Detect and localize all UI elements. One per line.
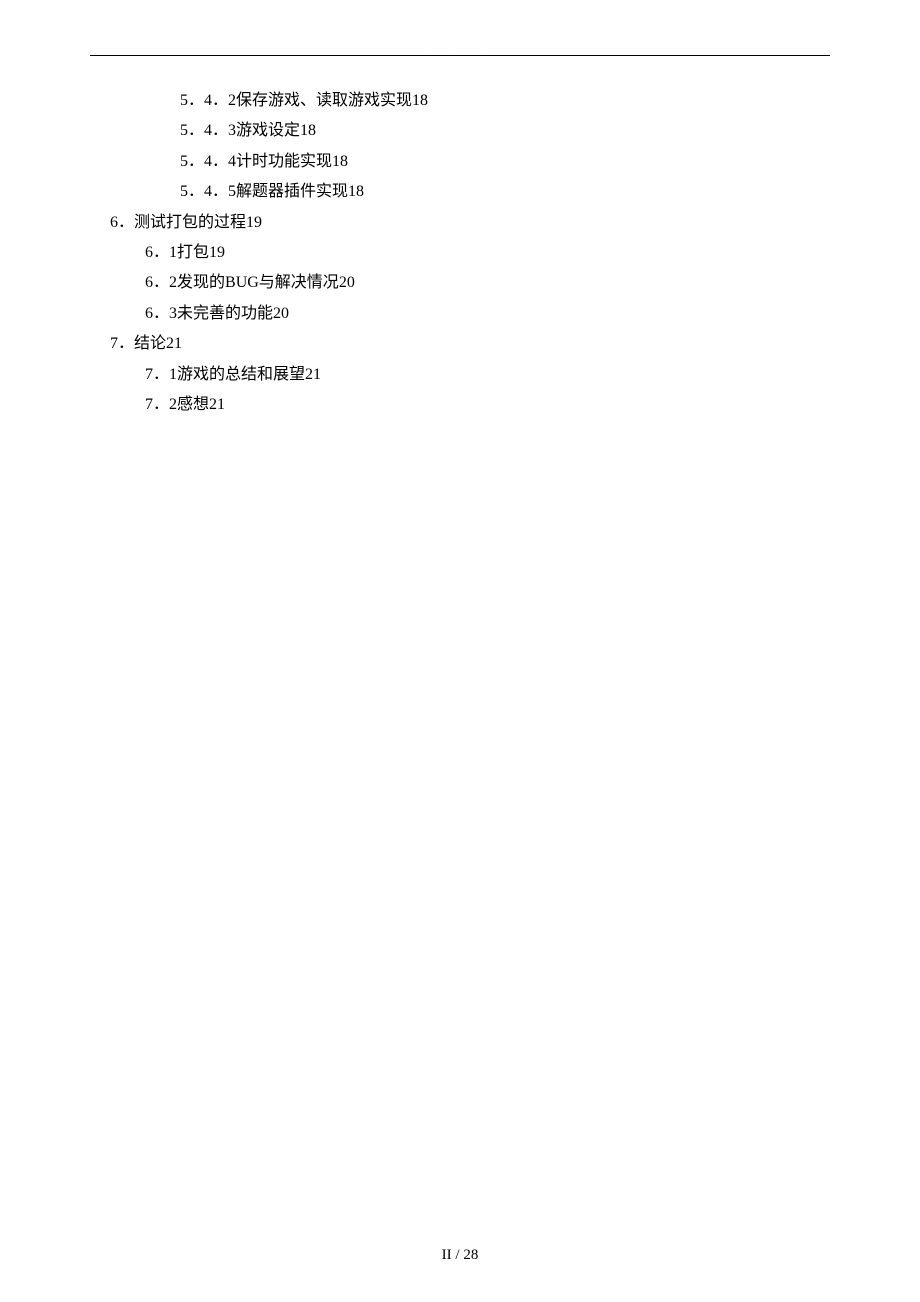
toc-title: 解题器插件实现: [236, 183, 348, 200]
toc-page: 21: [166, 335, 182, 352]
toc-number: 5．4．3: [180, 122, 236, 139]
toc-title: 计时功能实现: [236, 153, 332, 170]
toc-entry: 6．测试打包的过程19: [90, 208, 830, 238]
toc-page: 18: [332, 153, 348, 170]
toc-entry: 5．4．4计时功能实现18: [90, 147, 830, 177]
toc-number: 6．1: [145, 244, 177, 261]
toc-page: 19: [246, 214, 262, 231]
toc-title: 发现的BUG与解决情况: [177, 274, 339, 291]
toc-title: 游戏的总结和展望: [177, 366, 305, 383]
toc-entry: 7．结论21: [90, 329, 830, 359]
toc-number: 7．: [110, 335, 134, 352]
toc-entry: 6．1打包19: [90, 238, 830, 268]
toc-title: 感想: [177, 396, 209, 413]
toc-number: 5．4．2: [180, 92, 236, 109]
toc-page: 21: [305, 366, 321, 383]
page-number: II / 28: [442, 1247, 479, 1263]
toc-title: 打包: [177, 244, 209, 261]
toc-title: 游戏设定: [236, 122, 300, 139]
toc-title: 未完善的功能: [177, 305, 273, 322]
toc-number: 7．2: [145, 396, 177, 413]
toc-entry: 7．1游戏的总结和展望21: [90, 360, 830, 390]
toc-number: 5．4．4: [180, 153, 236, 170]
toc-title: 保存游戏、读取游戏实现: [236, 92, 412, 109]
page-content: . . . 5．4．2保存游戏、读取游戏实现18 5．4．3游戏设定18 5．4…: [0, 0, 920, 480]
toc-number: 7．1: [145, 366, 177, 383]
toc-page: 19: [209, 244, 225, 261]
toc-entry: 5．4．5解题器插件实现18: [90, 177, 830, 207]
header-dots: . . .: [424, 48, 495, 58]
toc-number: 6．: [110, 214, 134, 231]
toc-page: 21: [209, 396, 225, 413]
toc-entry: 5．4．2保存游戏、读取游戏实现18: [90, 86, 830, 116]
toc-page: 20: [339, 274, 355, 291]
toc-number: 6．3: [145, 305, 177, 322]
toc-entry: 6．3未完善的功能20: [90, 299, 830, 329]
toc-entry: 5．4．3游戏设定18: [90, 116, 830, 146]
toc-number: 5．4．5: [180, 183, 236, 200]
toc-entry: 7．2感想21: [90, 390, 830, 420]
toc-page: 18: [412, 92, 428, 109]
toc-page: 18: [300, 122, 316, 139]
page-footer: II / 28: [0, 1247, 920, 1264]
toc-page: 18: [348, 183, 364, 200]
header-rule: . . .: [90, 55, 830, 56]
toc-title: 测试打包的过程: [134, 214, 246, 231]
toc-entry: 6．2发现的BUG与解决情况20: [90, 268, 830, 298]
toc-title: 结论: [134, 335, 166, 352]
table-of-contents: 5．4．2保存游戏、读取游戏实现18 5．4．3游戏设定18 5．4．4计时功能…: [90, 86, 830, 420]
toc-page: 20: [273, 305, 289, 322]
toc-number: 6．2: [145, 274, 177, 291]
